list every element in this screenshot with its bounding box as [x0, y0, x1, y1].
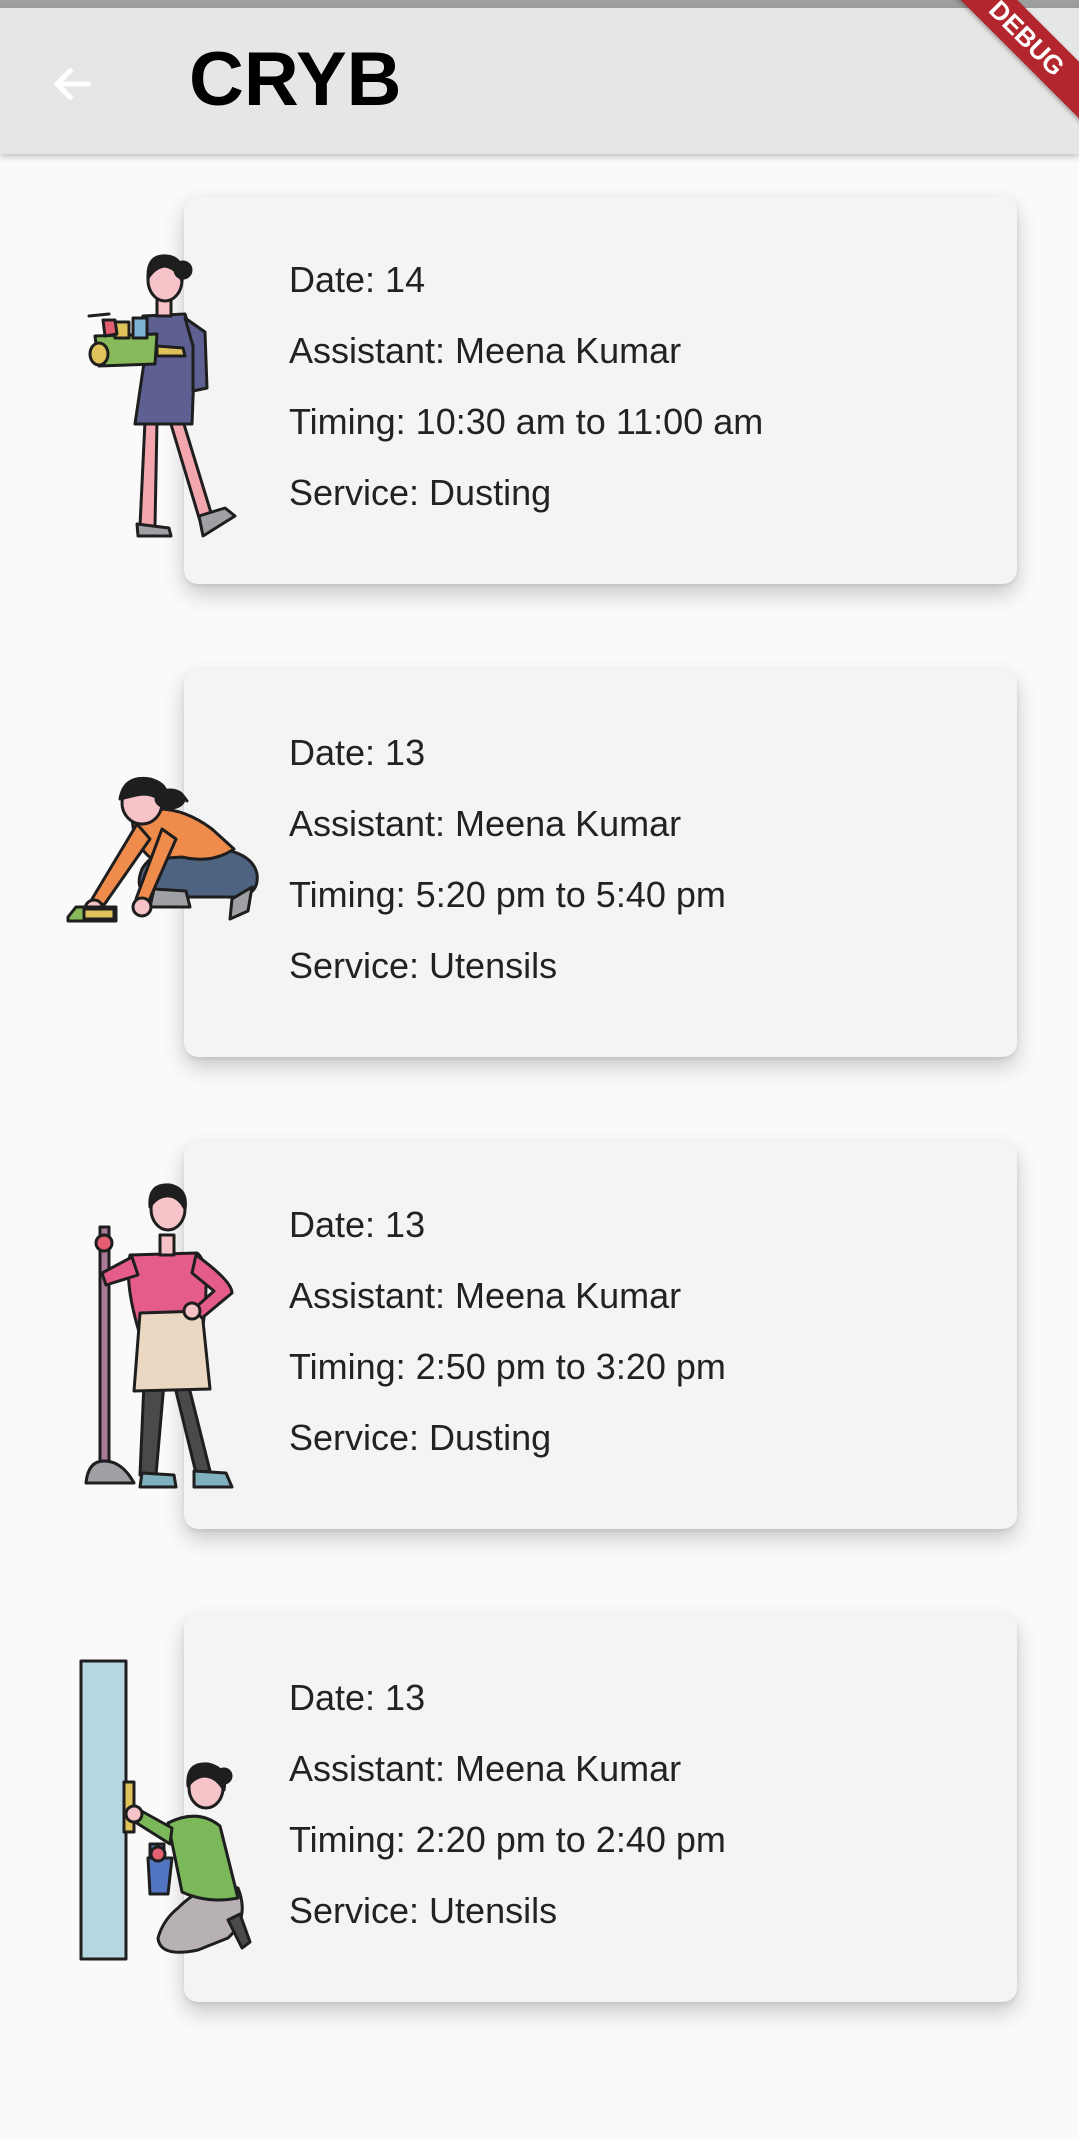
- booking-card[interactable]: Date: 13 Assistant: Meena Kumar Timing: …: [184, 1141, 1017, 1529]
- booking-card[interactable]: Date: 13 Assistant: Meena Kumar Timing: …: [184, 1614, 1017, 2002]
- arrow-back-icon: [53, 67, 91, 101]
- woman-with-mop-illustration: [84, 1183, 234, 1489]
- booking-service: Service: Dusting: [289, 1417, 552, 1458]
- booking-assistant: Assistant: Meena Kumar: [289, 330, 682, 371]
- page-title: CRYB: [189, 37, 402, 122]
- woman-holding-cleaning-basket-illustration: [87, 254, 237, 538]
- booking-service: Service: Utensils: [289, 1890, 558, 1931]
- booking-timing: Timing: 2:50 pm to 3:20 pm: [289, 1346, 726, 1387]
- booking-list-item[interactable]: Date: 13 Assistant: Meena Kumar Timing: …: [0, 1141, 1079, 1531]
- booking-date: Date: 14: [289, 259, 426, 300]
- debug-banner: DEBUG: [935, 0, 1079, 130]
- booking-list-item[interactable]: Date: 13 Assistant: Meena Kumar Timing: …: [0, 669, 1079, 1059]
- booking-date: Date: 13: [289, 1204, 426, 1245]
- booking-assistant: Assistant: Meena Kumar: [289, 1275, 682, 1316]
- app-bar: CRYB DEBUG: [0, 0, 1079, 154]
- woman-cleaning-door-illustration: [79, 1659, 252, 1961]
- booking-service: Service: Utensils: [289, 945, 558, 986]
- booking-service: Service: Dusting: [289, 472, 552, 513]
- woman-scrubbing-floor-illustration: [66, 776, 259, 923]
- booking-date: Date: 13: [289, 732, 426, 773]
- booking-date: Date: 13: [289, 1677, 426, 1718]
- status-bar-strip: [0, 0, 1079, 8]
- booking-card[interactable]: Date: 13 Assistant: Meena Kumar Timing: …: [184, 669, 1017, 1057]
- booking-timing: Timing: 10:30 am to 11:00 am: [289, 401, 764, 442]
- booking-assistant: Assistant: Meena Kumar: [289, 803, 682, 844]
- booking-assistant: Assistant: Meena Kumar: [289, 1748, 682, 1789]
- booking-list-item[interactable]: Date: 14 Assistant: Meena Kumar Timing: …: [0, 196, 1079, 586]
- booking-timing: Timing: 5:20 pm to 5:40 pm: [289, 874, 726, 915]
- booking-list-item[interactable]: Date: 13 Assistant: Meena Kumar Timing: …: [0, 1614, 1079, 2004]
- back-button[interactable]: [42, 54, 102, 114]
- booking-timing: Timing: 2:20 pm to 2:40 pm: [289, 1819, 726, 1860]
- booking-card[interactable]: Date: 14 Assistant: Meena Kumar Timing: …: [184, 196, 1017, 584]
